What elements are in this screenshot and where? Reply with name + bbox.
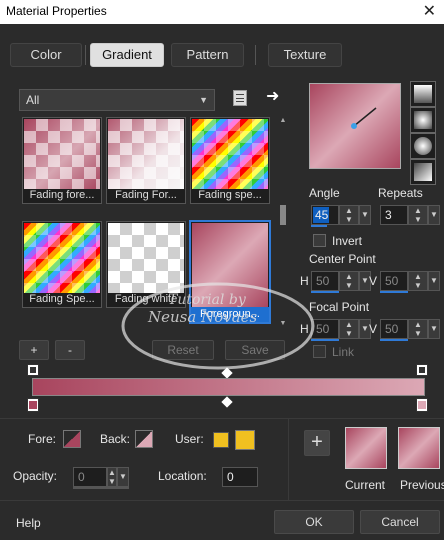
list-view-icon[interactable]: [233, 90, 247, 106]
category-value: All: [26, 93, 40, 107]
location-input[interactable]: 0: [222, 467, 258, 487]
focal-point-label: Focal Point: [309, 300, 370, 314]
thumbnail-label: Fading Spe...: [29, 293, 95, 305]
tab-label: Gradient: [102, 47, 152, 62]
scroll-up-icon[interactable]: ▲: [278, 117, 288, 124]
center-v-dropdown-icon[interactable]: ▼: [428, 271, 440, 291]
cancel-button[interactable]: Cancel: [360, 510, 440, 534]
location-label: Location:: [158, 469, 207, 483]
gradient-thumbnail[interactable]: Fading spe...: [190, 117, 270, 204]
current-label: Current: [345, 478, 386, 492]
repeats-spinner[interactable]: ▲ ▼: [408, 205, 428, 225]
user-label: User:: [175, 432, 204, 446]
tab-gradient[interactable]: Gradient: [90, 43, 164, 67]
gradient-preview: [192, 119, 268, 189]
center-point-label: Center Point: [309, 252, 376, 266]
repeats-label: Repeats: [378, 186, 423, 200]
opacity-slider[interactable]: [73, 487, 129, 489]
scrollbar-thumb[interactable]: [280, 205, 286, 225]
color-stop-left[interactable]: [27, 398, 39, 412]
focal-v-slider[interactable]: [380, 339, 408, 341]
center-h-spinner[interactable]: ▲ ▼: [339, 271, 359, 291]
focal-v-input[interactable]: 50: [380, 319, 408, 339]
center-v-label: V: [369, 274, 378, 288]
focal-h-spinner[interactable]: ▲ ▼: [339, 319, 359, 339]
angle-spinner[interactable]: ▲ ▼: [339, 205, 359, 225]
previous-label: Previous: [400, 478, 444, 492]
back-label: Back:: [100, 432, 131, 446]
radial-style-icon[interactable]: [410, 159, 436, 185]
invert-label: Invert: [332, 234, 363, 248]
opacity-spinner[interactable]: ▲ ▼: [107, 467, 117, 487]
fore-swatch[interactable]: [63, 430, 81, 448]
category-dropdown[interactable]: All ▼: [19, 89, 215, 111]
tab-color[interactable]: Color: [10, 43, 82, 67]
previous-swatch[interactable]: [398, 427, 440, 469]
angle-value: 45: [313, 207, 329, 223]
center-v-input[interactable]: 50: [380, 271, 408, 291]
repeats-dropdown-icon[interactable]: ▼: [428, 205, 440, 225]
add-gradient-button[interactable]: +: [19, 340, 49, 360]
gradient-preview-large[interactable]: [309, 83, 401, 169]
tab-texture[interactable]: Texture: [268, 43, 342, 67]
focal-v-dropdown-icon[interactable]: ▼: [428, 319, 440, 339]
center-v-slider[interactable]: [380, 291, 408, 293]
angle-dropdown-icon[interactable]: ▼: [359, 205, 371, 225]
center-v-spinner[interactable]: ▲ ▼: [408, 271, 428, 291]
gradient-thumbnail[interactable]: Fading For...: [106, 117, 186, 204]
color-midpoint[interactable]: [221, 396, 233, 408]
thumbnail-label: Fading For...: [115, 189, 177, 201]
gradient-preview: [24, 223, 100, 293]
repeats-input[interactable]: 3: [380, 205, 408, 225]
section-divider: [0, 418, 444, 419]
user-swatch-small[interactable]: [213, 432, 229, 448]
chevron-down-icon: ▼: [199, 95, 208, 105]
tab-pattern[interactable]: Pattern: [171, 43, 244, 67]
tab-divider: [85, 45, 86, 65]
watermark-line2: Neusa Novaes: [148, 308, 258, 326]
gradient-thumbnail[interactable]: Fading Spe...: [22, 221, 102, 308]
linear-style-icon[interactable]: [410, 81, 436, 107]
tab-label: Pattern: [186, 47, 229, 62]
gradient-thumbnail[interactable]: Fading fore...: [22, 117, 102, 204]
focal-v-spinner[interactable]: ▲ ▼: [408, 319, 428, 339]
sunburst-style-icon[interactable]: [410, 133, 436, 159]
remove-gradient-button[interactable]: -: [55, 340, 85, 360]
current-swatch[interactable]: [345, 427, 387, 469]
vertical-divider: [288, 418, 289, 500]
add-swatch-button[interactable]: +: [304, 430, 330, 456]
angle-label: Angle: [309, 186, 340, 200]
opacity-input[interactable]: 0: [73, 467, 107, 487]
angle-handle-icon[interactable]: [310, 84, 400, 168]
title-bar: Material Properties ✕: [0, 0, 444, 24]
rectangular-style-icon[interactable]: [410, 107, 436, 133]
ok-button[interactable]: OK: [274, 510, 354, 534]
fore-label: Fore:: [28, 432, 57, 446]
user-swatch[interactable]: [235, 430, 255, 450]
link-label: Link: [332, 345, 355, 359]
back-swatch[interactable]: [135, 430, 153, 448]
watermark-line1: Tutorial by: [168, 292, 246, 308]
help-link[interactable]: Help: [16, 516, 41, 530]
angle-input[interactable]: 45: [311, 205, 339, 225]
gradient-preview: [108, 119, 184, 189]
invert-checkbox[interactable]: [313, 234, 326, 247]
tab-divider: [255, 45, 256, 65]
tab-label: Color: [30, 47, 62, 62]
opacity-label: Opacity:: [13, 469, 58, 483]
tab-label: Texture: [283, 47, 327, 62]
color-stop-right[interactable]: [416, 398, 428, 412]
window-title: Material Properties: [6, 4, 107, 18]
focal-v-label: V: [369, 322, 378, 336]
arrow-right-icon[interactable]: ➜: [266, 86, 279, 106]
gradient-bar[interactable]: [32, 378, 425, 396]
opacity-dropdown-icon[interactable]: ▼: [117, 467, 129, 487]
gradient-preview: [24, 119, 100, 189]
thumbnail-label: Fading spe...: [198, 189, 262, 201]
opacity-stop-right[interactable]: [416, 364, 428, 376]
close-icon[interactable]: ✕: [423, 1, 436, 21]
thumbnail-label: Fading fore...: [29, 189, 95, 201]
angle-slider[interactable]: [311, 225, 327, 227]
opacity-stop-left[interactable]: [27, 364, 39, 376]
